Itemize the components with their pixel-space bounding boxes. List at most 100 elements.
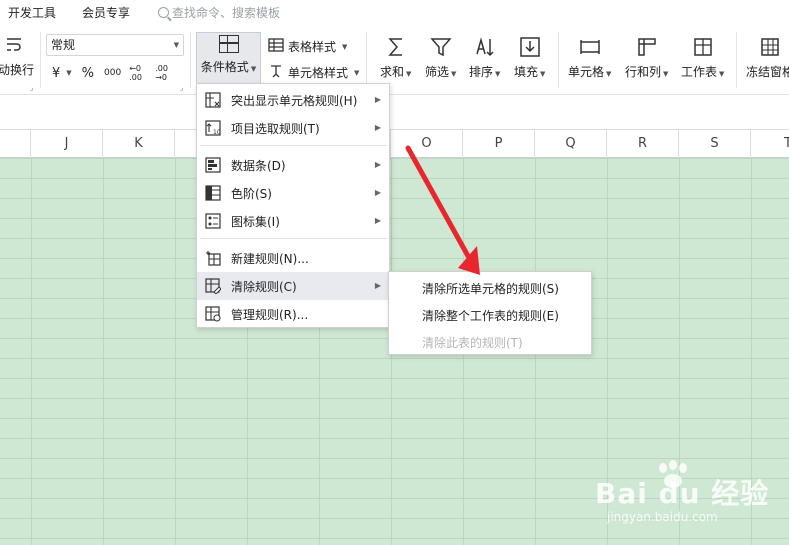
clear-rules-submenu: 清除所选单元格的规则(S) 清除整个工作表的规则(E) 清除此表的规则(T): [388, 271, 592, 355]
menu-item-color-scales[interactable]: 色阶(S) ▶: [197, 179, 389, 207]
color-scales-icon: [205, 185, 221, 201]
data-bars-icon: [205, 157, 221, 173]
number-format-select[interactable]: 常规 ▼: [46, 34, 184, 56]
dialog-launcher-icon[interactable]: ⌟: [180, 84, 183, 92]
sum-label: 求和: [380, 65, 405, 79]
chevron-down-icon: ▼: [663, 70, 669, 78]
menu-item-highlight-rules[interactable]: 突出显示单元格规则(H) ▶: [197, 86, 389, 114]
worksheet-label: 工作表: [681, 65, 718, 79]
chevron-right-icon: ▶: [374, 160, 381, 169]
cell-icon: [579, 36, 601, 58]
chevron-down-icon: ▼: [250, 65, 257, 73]
column-header[interactable]: S: [679, 130, 751, 158]
menu-item-top-bottom-rules[interactable]: 10 项目选取规则(T) ▶: [197, 114, 389, 142]
column-header-partial[interactable]: [0, 130, 31, 158]
wrap-text-button[interactable]: 动换行: [0, 34, 34, 78]
conditional-format-button[interactable]: 条件格式 ▼: [196, 32, 261, 86]
chevron-down-icon: ▼: [540, 70, 546, 78]
menu-item-label: 数据条(D): [231, 158, 286, 173]
sigma-icon: [385, 36, 407, 58]
decrease-decimal-button[interactable]: .00 →0: [155, 64, 173, 82]
chevron-right-icon: ▶: [374, 188, 381, 197]
svg-text:10: 10: [213, 129, 221, 136]
ribbon-tab-bar: 开发工具 会员专享 查找命令、搜索模板: [0, 0, 789, 24]
chevron-down-icon: ▼: [606, 70, 612, 78]
menu-item-label: 色阶(S): [231, 186, 272, 201]
column-header[interactable]: P: [463, 130, 535, 158]
worksheet-button[interactable]: 工作表 ▼: [681, 36, 724, 80]
percent-button[interactable]: %: [82, 66, 94, 81]
chevron-down-icon: ▼: [406, 70, 412, 78]
chevron-right-icon: ▶: [374, 95, 381, 104]
command-search[interactable]: 查找命令、搜索模板: [158, 4, 280, 21]
chevron-down-icon: ▼: [451, 70, 457, 78]
wrap-text-label: 动换行: [0, 63, 35, 77]
menu-separator: [201, 145, 387, 146]
column-header[interactable]: Q: [535, 130, 607, 158]
cell-style-button[interactable]: 单元格样式 ▼: [268, 63, 359, 82]
freeze-panes-label: 冻结窗格: [746, 65, 789, 79]
freeze-panes-button[interactable]: 冻结窗格: [746, 36, 789, 80]
currency-button[interactable]: ¥: [52, 66, 60, 81]
sort-button[interactable]: 排序 ▼: [469, 36, 500, 80]
column-header[interactable]: O: [391, 130, 463, 158]
row-col-icon: [636, 36, 658, 58]
chevron-down-icon: ▼: [66, 69, 72, 77]
sum-button[interactable]: 求和 ▼: [380, 36, 411, 80]
menu-item-data-bars[interactable]: 数据条(D) ▶: [197, 151, 389, 179]
menu-item-label: 项目选取规则(T): [231, 121, 320, 136]
tab-dev-tools[interactable]: 开发工具: [8, 4, 56, 21]
chevron-down-icon: ▼: [354, 68, 360, 77]
column-header[interactable]: J: [31, 130, 103, 158]
chevron-down-icon: ▼: [495, 70, 501, 78]
search-icon: [158, 7, 169, 18]
cell-label: 单元格: [568, 65, 605, 79]
dialog-launcher-icon[interactable]: ⌟: [30, 84, 33, 92]
row-col-button[interactable]: 行和列 ▼: [625, 36, 668, 80]
submenu-item-clear-table: 清除此表的规则(T): [422, 336, 523, 350]
freeze-panes-icon: [759, 36, 781, 58]
chevron-right-icon: ▶: [374, 216, 381, 225]
cell-style-label: 单元格样式: [288, 66, 349, 80]
table-style-icon: [268, 37, 284, 56]
fill-down-icon: [519, 36, 541, 58]
menu-item-label: 图标集(I): [231, 214, 280, 229]
sort-label: 排序: [469, 65, 494, 79]
menu-item-clear-rules[interactable]: 清除规则(C) ▶: [197, 272, 389, 300]
manage-rules-icon: [205, 306, 221, 322]
submenu-item-clear-selected[interactable]: 清除所选单元格的规则(S): [422, 280, 559, 297]
column-header[interactable]: K: [103, 130, 175, 158]
increase-decimal-button[interactable]: ←0 .00: [129, 64, 147, 82]
ribbon-toolbar: 动换行 常规 ▼ ¥ ▼ % 000 ←0 .00 .00 →0 条件格式 ▼ 表…: [0, 24, 789, 95]
column-header[interactable]: T: [751, 130, 789, 158]
thousands-button[interactable]: 000: [104, 68, 121, 78]
menu-item-new-rule[interactable]: 新建规则(N)...: [197, 244, 389, 272]
number-format-value: 常规: [51, 38, 76, 52]
fill-label: 填充: [514, 65, 539, 79]
watermark-brand: Bai du 经验: [595, 477, 770, 510]
column-header[interactable]: R: [607, 130, 679, 158]
menu-item-icon-sets[interactable]: 图标集(I) ▶: [197, 207, 389, 235]
submenu-item-clear-sheet[interactable]: 清除整个工作表的规则(E): [422, 307, 559, 324]
watermark-url: jingyan.baidu.com: [607, 510, 718, 524]
table-style-label: 表格样式: [288, 40, 337, 54]
highlight-rules-icon: [205, 92, 221, 108]
fill-button[interactable]: 填充 ▼: [514, 36, 545, 80]
cell-style-icon: [268, 63, 284, 82]
baidu-watermark: Bai du 经验 jingyan.baidu.com: [595, 460, 775, 530]
menu-item-label: 新建规则(N)...: [231, 251, 309, 266]
menu-separator: [201, 238, 387, 239]
search-placeholder: 查找命令、搜索模板: [172, 6, 281, 20]
tab-member[interactable]: 会员专享: [82, 4, 130, 21]
menu-item-label: 清除规则(C): [231, 279, 297, 294]
formula-bar[interactable]: [0, 96, 789, 130]
worksheet-icon: [692, 36, 714, 58]
cell-button[interactable]: 单元格 ▼: [568, 36, 611, 80]
chevron-right-icon: ▶: [374, 123, 381, 132]
menu-item-manage-rules[interactable]: 管理规则(R)...: [197, 300, 389, 328]
filter-button[interactable]: 筛选 ▼: [425, 36, 456, 80]
icon-sets-icon: [205, 213, 221, 229]
table-style-button[interactable]: 表格样式 ▼: [268, 37, 347, 56]
chevron-down-icon: ▼: [173, 41, 179, 49]
clear-rules-icon: [205, 278, 222, 295]
